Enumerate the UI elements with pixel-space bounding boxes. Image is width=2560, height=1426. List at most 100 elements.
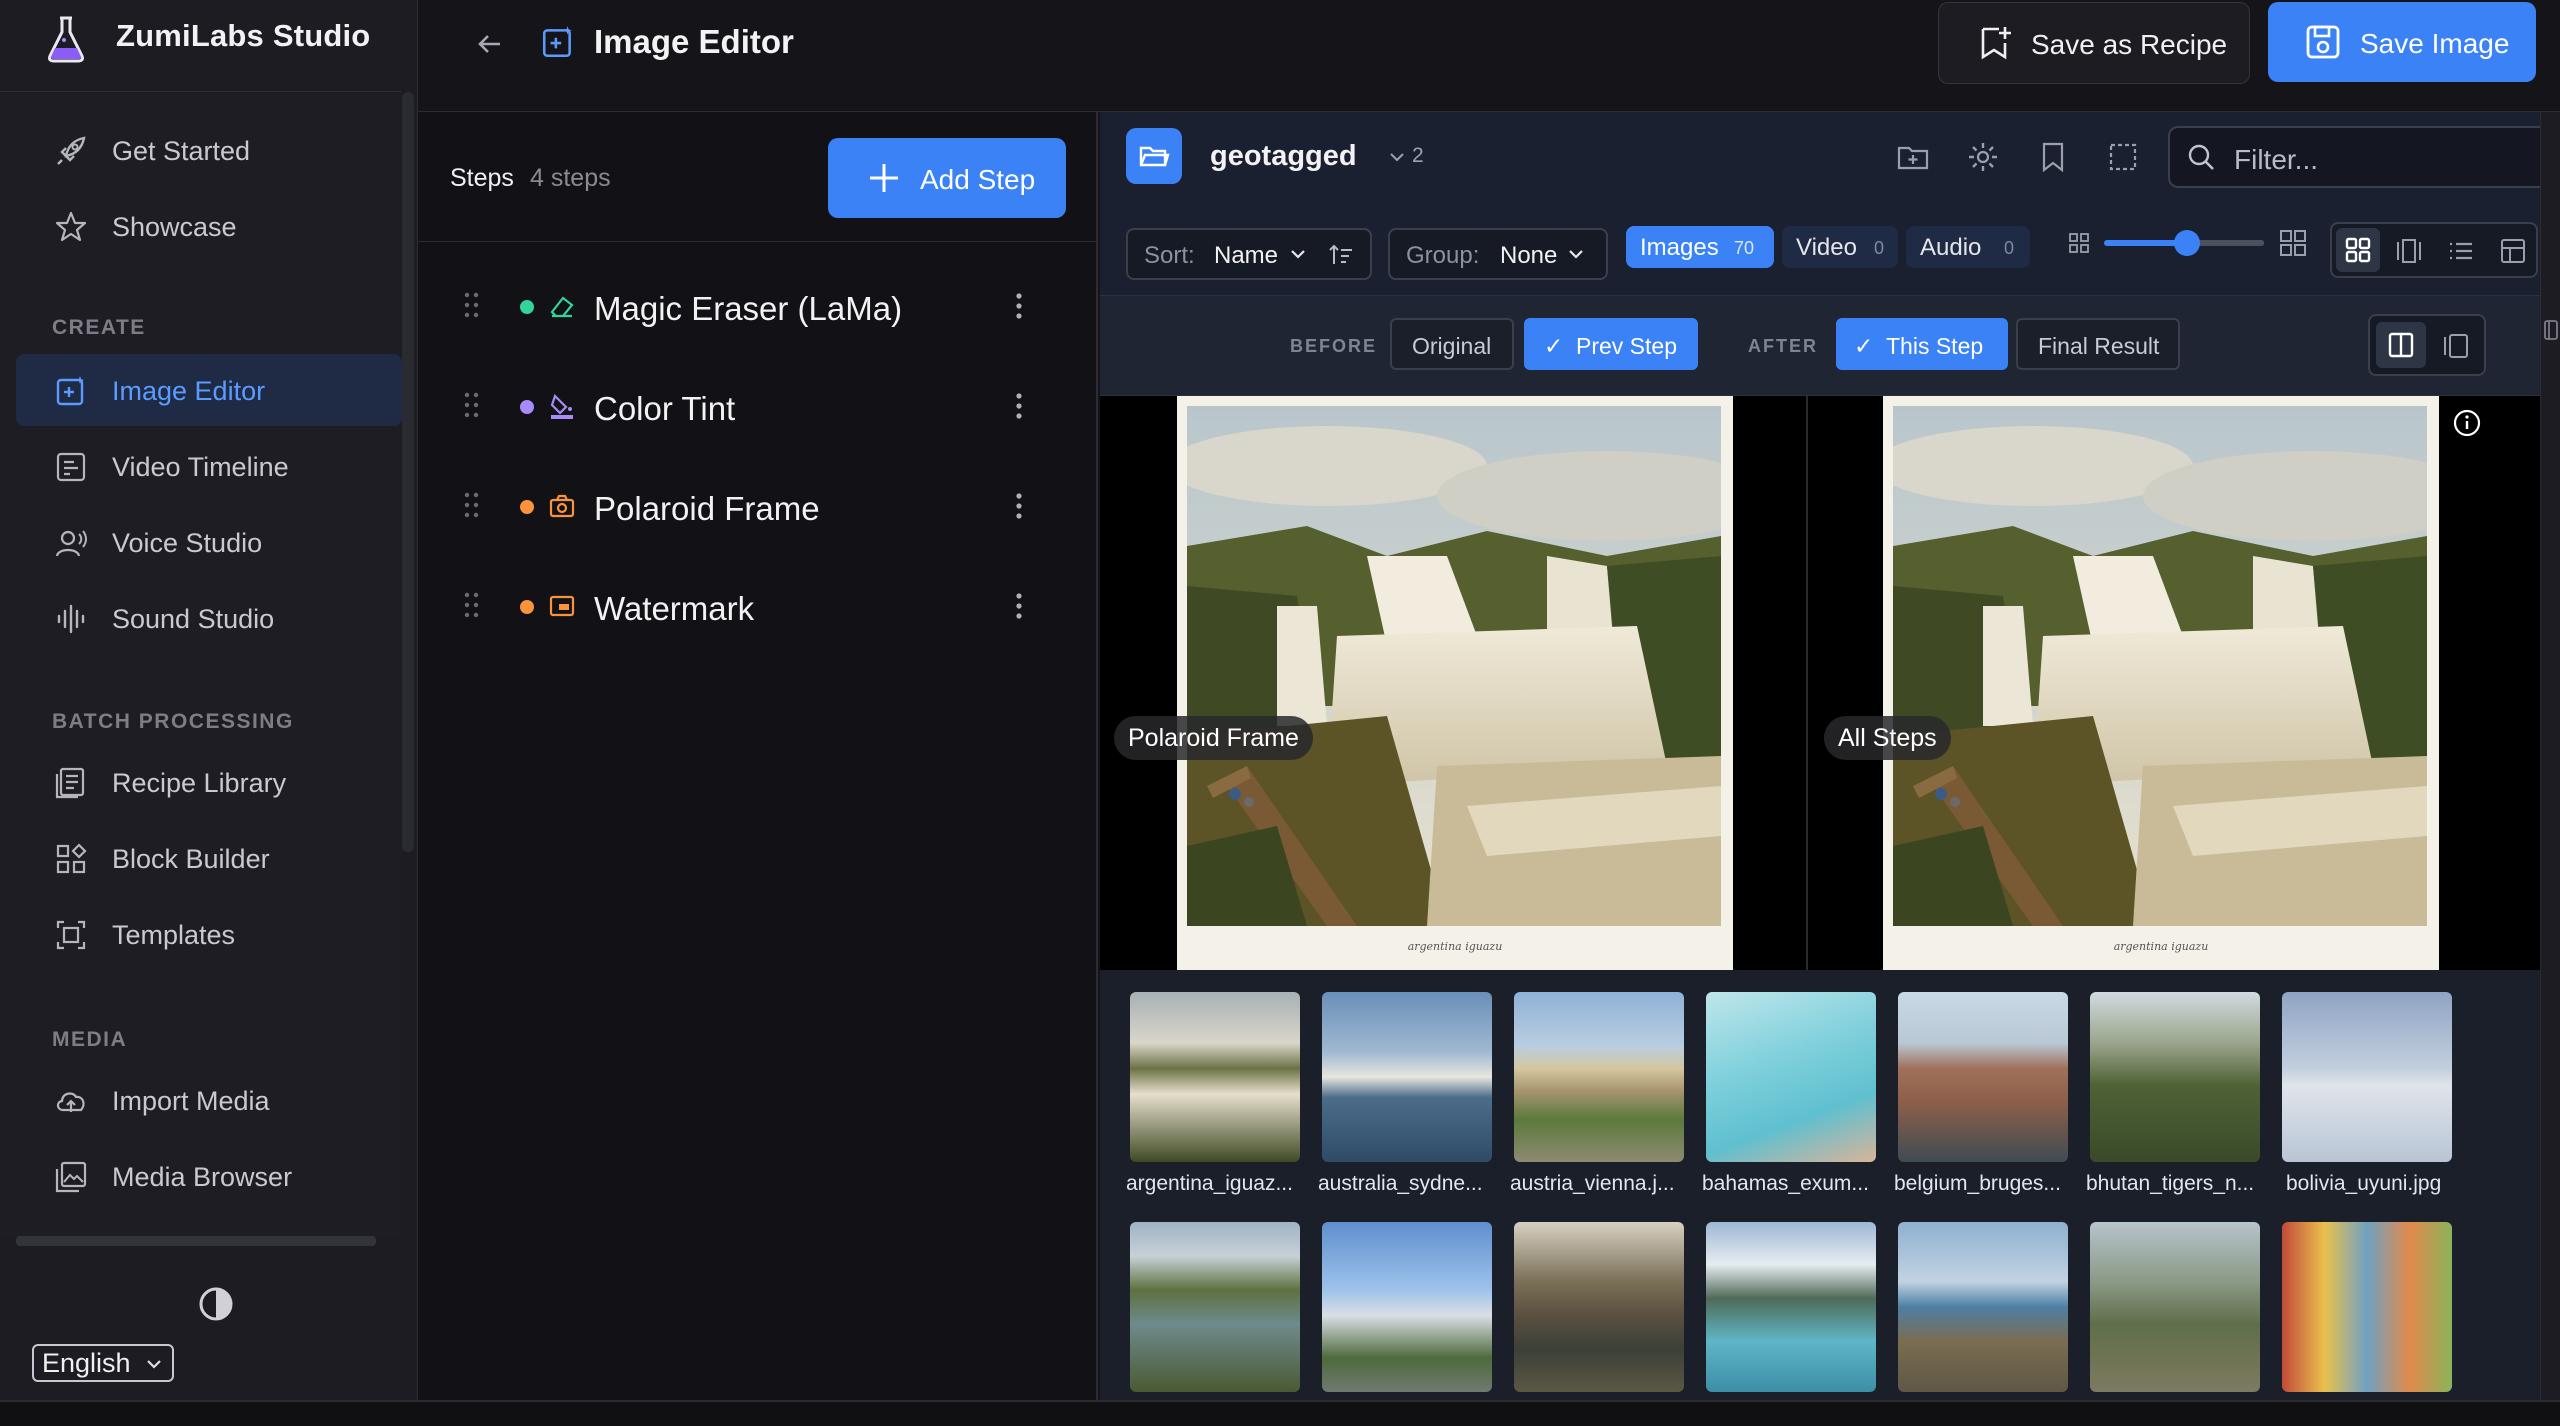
language-value: English [42,1347,131,1378]
nav-item-templates[interactable]: Templates [16,898,402,970]
add-step-button[interactable]: Add Step [828,138,1066,218]
drag-handle-icon[interactable] [462,590,482,620]
nav-item-image-editor[interactable]: Image Editor [16,354,402,426]
steps-count: 4 steps [530,164,611,192]
thumbnail-image[interactable] [2090,1222,2260,1392]
step-row-magic-eraser[interactable]: Magic Eraser (LaMa) [418,262,1098,360]
chip-count: 0 [1874,238,1885,258]
add-step-label: Add Step [920,164,1036,195]
sidebar-scrollbar[interactable] [402,92,414,852]
view-grid-button[interactable] [2336,228,2380,272]
theme-toggle-icon[interactable] [198,1286,234,1322]
collapse-panel-icon[interactable] [2543,318,2559,342]
step-label: Polaroid Frame [594,490,820,527]
bookmark-icon[interactable] [2036,140,2070,174]
info-icon[interactable] [2452,408,2482,438]
filmstrip-view-icon[interactable] [2394,236,2424,266]
button-label: Final Result [2038,333,2160,359]
group-dropdown[interactable]: Group: None [1388,228,1608,280]
save-as-recipe-button[interactable]: Save as Recipe [1938,2,2250,84]
compare-view: argentina iguazu argentina iguazu [1100,396,2540,970]
slider-handle[interactable] [2174,230,2200,256]
step-row-polaroid-frame[interactable]: Polaroid Frame [418,462,1098,560]
thumbnail-image[interactable] [1706,1222,1876,1392]
waveform-icon [57,604,85,634]
chip-label: Audio [1920,234,1982,261]
thumbnail-image[interactable] [1898,1222,2068,1392]
sidebar: ZumiLabs Studio Get Started Showcase CRE… [0,0,418,1400]
chevron-down-icon[interactable] [1386,146,1408,168]
thumbnail-image[interactable] [1130,1222,1300,1392]
nav-item-media-browser[interactable]: Media Browser [16,1140,402,1212]
filter-input[interactable]: Filter... [2168,126,2558,188]
overlay-view-icon[interactable] [2442,332,2470,360]
nav-label: Video Timeline [112,452,289,482]
folder-plus-icon[interactable] [1896,140,1930,174]
after-final-result-button[interactable]: Final Result [2016,318,2180,370]
thumbnail-image[interactable] [1514,992,1684,1162]
sidebar-horizontal-scrollbar[interactable] [16,1236,376,1246]
folder-button[interactable] [1126,128,1182,184]
step-row-color-tint[interactable]: Color Tint [418,362,1098,460]
group-key: Group: [1406,242,1480,269]
more-options-icon[interactable] [1014,390,1024,422]
button-label: Prev Step [1576,333,1677,359]
save-image-button[interactable]: Save Image [2268,2,2536,82]
side-by-side-button[interactable] [2376,322,2426,368]
table-view-icon[interactable] [2498,236,2528,266]
thumbnail-image[interactable] [2282,1222,2452,1392]
drag-handle-icon[interactable] [462,490,482,520]
select-area-icon[interactable] [2106,140,2140,174]
nav-item-sound-studio[interactable]: Sound Studio [16,582,402,654]
back-arrow-icon[interactable] [470,24,510,64]
nav-label: Voice Studio [112,528,263,558]
thumbnail-image[interactable] [1322,1222,1492,1392]
more-options-icon[interactable] [1014,590,1024,622]
thumbnail-image[interactable] [1514,1222,1684,1392]
nav-item-video-timeline[interactable]: Video Timeline [16,430,402,502]
gear-icon[interactable] [1966,140,2000,174]
after-this-step-button[interactable]: ✓ This Step [1836,318,2008,370]
media-gallery: argentina_iguaz... australia_sydne... au… [1100,970,2540,1400]
drag-handle-icon[interactable] [462,290,482,320]
more-options-icon[interactable] [1014,490,1024,522]
before-prev-step-button[interactable]: ✓ Prev Step [1524,318,1698,370]
app-title: ZumiLabs Studio [116,18,371,53]
thumbnail-image[interactable] [2282,992,2452,1162]
after-label: AFTER [1748,336,1818,356]
chip-count: 70 [1734,238,1755,258]
thumbnail-image[interactable] [2090,992,2260,1162]
nav-item-recipe-library[interactable]: Recipe Library [16,746,402,818]
thumbnail-image[interactable] [1130,992,1300,1162]
folder-count: 2 [1412,144,1424,167]
browser-toolbar: geotagged 2 Filter... [1100,112,2560,212]
step-status-dot [520,300,534,314]
thumbnail-image[interactable] [1898,992,2068,1162]
nav-item-import-media[interactable]: Import Media [16,1064,402,1136]
language-select[interactable]: English [32,1344,174,1382]
step-row-watermark[interactable]: Watermark [418,562,1098,660]
list-view-icon[interactable] [2446,236,2476,266]
chip-images[interactable]: Images 70 [1626,226,1774,268]
group-value: None [1500,242,1558,269]
step-status-dot [520,600,534,614]
step-label: Magic Eraser (LaMa) [594,290,903,327]
sort-dropdown[interactable]: Sort: Name [1126,228,1372,280]
nav-item-get-started[interactable]: Get Started [16,114,402,186]
more-options-icon[interactable] [1014,290,1024,322]
book-icon [55,767,85,799]
nav-item-voice-studio[interactable]: Voice Studio [16,506,402,578]
thumbnail-image[interactable] [1322,992,1492,1162]
sort-ascending-icon[interactable] [1328,242,1354,268]
nav-label: Showcase [112,212,237,242]
folder-name[interactable]: geotagged [1210,140,1357,173]
paint-bucket-icon [550,393,573,419]
chip-video[interactable]: Video 0 [1782,226,1898,268]
before-original-button[interactable]: Original [1390,318,1514,370]
section-label-media: MEDIA [52,1028,128,1051]
nav-item-block-builder[interactable]: Block Builder [16,822,402,894]
chip-audio[interactable]: Audio 0 [1906,226,2030,268]
drag-handle-icon[interactable] [462,390,482,420]
nav-item-showcase[interactable]: Showcase [16,190,402,262]
thumbnail-image[interactable] [1706,992,1876,1162]
